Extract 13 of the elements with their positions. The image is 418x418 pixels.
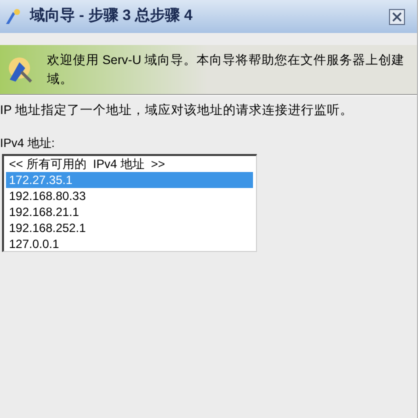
list-item[interactable]: 192.168.252.1 — [6, 220, 253, 236]
list-item[interactable]: 192.168.21.1 — [6, 204, 253, 220]
close-icon — [392, 12, 402, 22]
description-text: IP 地址指定了一个地址，域应对该地址的请求连接进行监听。 — [0, 102, 354, 119]
field-label: IPv4 地址: — [0, 134, 56, 152]
list-item[interactable]: 192.168.80.33 — [6, 188, 253, 204]
address-list[interactable]: << 所有可用的 IPv4 地址 >> 172.27.35.1 192.168.80.33 192.168.21.1 192.168.252.1 127.0.0.1 — [2, 154, 257, 252]
banner-text: 欢迎使用 Serv-U 域向导。本向导将帮助您在文件服务器上创建域。 — [46, 52, 406, 88]
list-item[interactable]: << 所有可用的 IPv4 地址 >> — [6, 156, 253, 172]
list-item[interactable]: 127.0.0.1 — [6, 236, 253, 251]
close-button[interactable] — [389, 8, 405, 24]
window-title: 域向导 - 步骤 3 总步骤 4 — [30, 6, 194, 26]
wizard-icon — [4, 8, 22, 26]
